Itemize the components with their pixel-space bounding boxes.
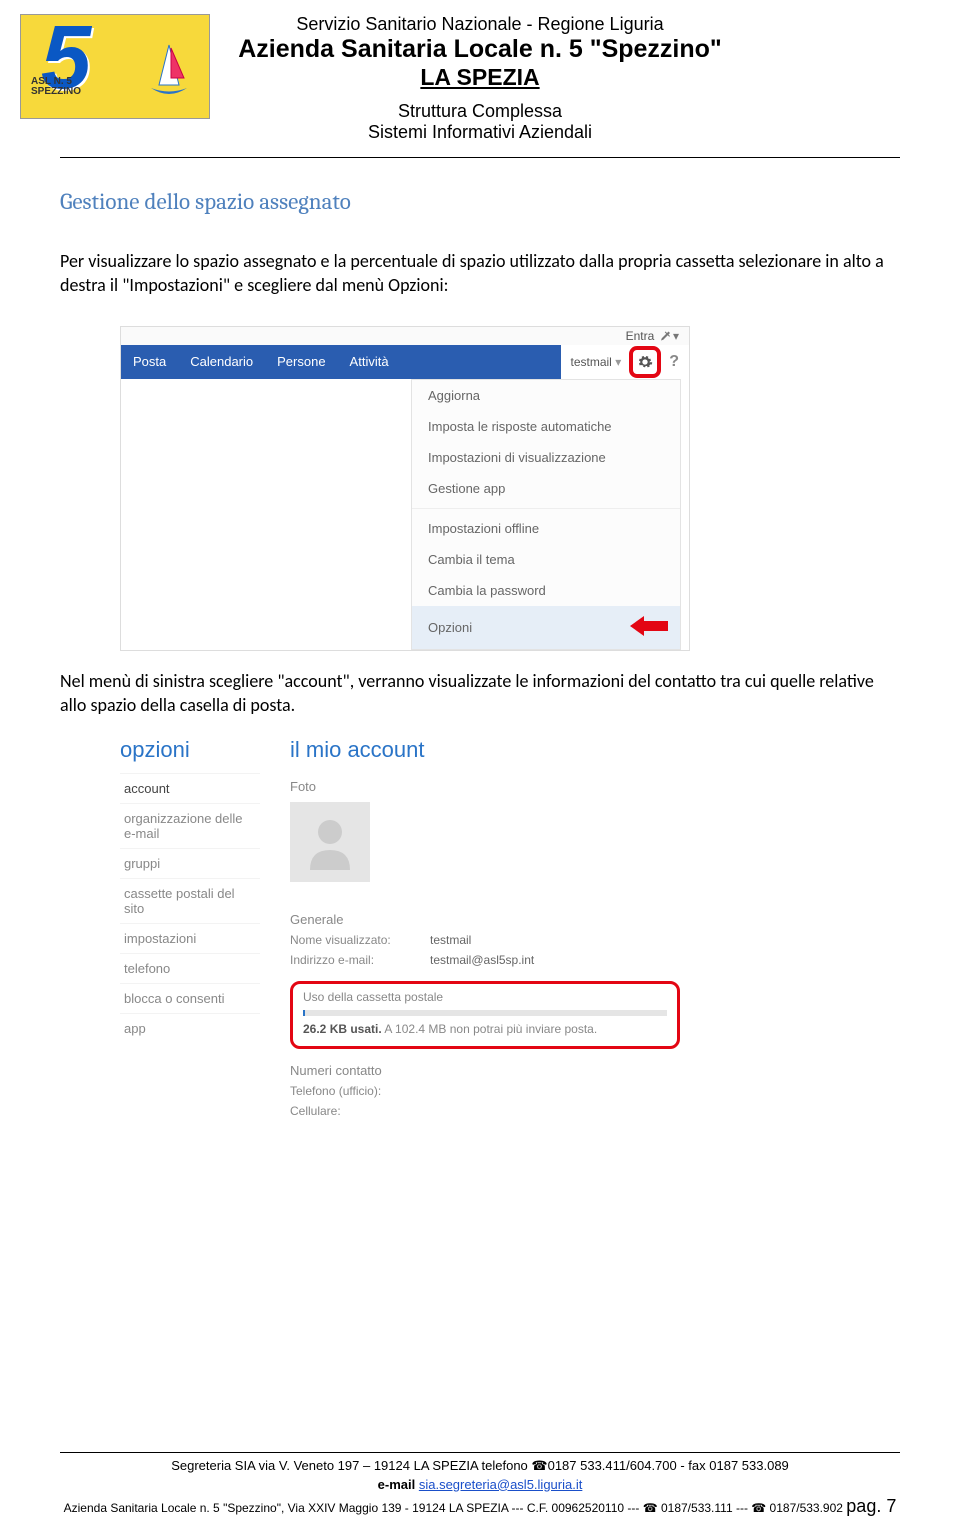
footer-line3: Azienda Sanitaria Locale n. 5 "Spezzino"… — [60, 1494, 900, 1519]
sidebar-item-gruppi[interactable]: gruppi — [120, 848, 260, 878]
gear-icon — [637, 354, 653, 370]
user-menu[interactable]: testmail ▾ — [571, 355, 622, 369]
row-nome-visualizzato: Nome visualizzato: testmail — [290, 933, 680, 947]
menu-visualizzazione[interactable]: Impostazioni di visualizzazione — [412, 442, 680, 473]
indirizzo-key: Indirizzo e-mail: — [290, 953, 410, 967]
sidebar-item-account[interactable]: account — [120, 773, 260, 803]
entra-label: Entra — [626, 329, 655, 343]
person-icon — [300, 812, 360, 872]
user-label: testmail — [571, 355, 612, 369]
sail-icon — [139, 40, 199, 100]
logo-text-2: SPEZZINO — [31, 86, 81, 97]
avatar-placeholder — [290, 802, 370, 882]
nav-calendario[interactable]: Calendario — [178, 354, 265, 369]
nav-attivita[interactable]: Attività — [338, 354, 401, 369]
navbar: Posta Calendario Persone Attività testma… — [121, 345, 689, 379]
sidebar-item-app[interactable]: app — [120, 1013, 260, 1043]
usage-bar — [303, 1010, 667, 1016]
generale-label: Generale — [290, 912, 680, 927]
header-line5: Sistemi Informativi Aziendali — [60, 122, 900, 143]
paragraph-1: Per visualizzare lo spazio assegnato e l… — [60, 249, 890, 298]
menu-opzioni-highlighted[interactable]: Opzioni — [412, 606, 680, 649]
options-sidebar: opzioni account organizzazione delle e-m… — [120, 737, 260, 1118]
topbar: Entra ▾ — [121, 327, 689, 345]
uso-bold: 26.2 KB usati. — [303, 1022, 382, 1036]
wrench-icon — [658, 329, 673, 343]
menu-risposte-automatiche[interactable]: Imposta le risposte automatiche — [412, 411, 680, 442]
menu-offline[interactable]: Impostazioni offline — [412, 513, 680, 544]
uso-rest: A 102.4 MB non potrai più inviare posta. — [382, 1022, 597, 1036]
chevron-down-icon: ▾ — [673, 329, 679, 343]
sidebar-item-cassette[interactable]: cassette postali del sito — [120, 878, 260, 923]
section-title: Gestione dello spazio assegnato — [60, 188, 900, 215]
sidebar-item-blocca[interactable]: blocca o consenti — [120, 983, 260, 1013]
logo-label: ASL N. 5 SPEZZINO — [31, 77, 81, 97]
page-number: 7 — [886, 1496, 896, 1516]
nome-visualizzato-value: testmail — [430, 933, 471, 947]
row-telefono-ufficio: Telefono (ufficio): — [290, 1084, 680, 1098]
chevron-down-icon: ▾ — [615, 355, 621, 369]
menu-aggiorna[interactable]: Aggiorna — [412, 380, 680, 411]
screenshot-dropdown: Entra ▾ Posta Calendario Persone Attivit… — [120, 326, 690, 651]
row-indirizzo-email: Indirizzo e-mail: testmail@asl5sp.int — [290, 953, 680, 967]
footer-text: Segreteria SIA via V. Veneto 197 – 19124… — [60, 1457, 900, 1519]
email-link[interactable]: sia.segreteria@asl5.liguria.it — [419, 1477, 583, 1492]
foto-label: Foto — [290, 779, 680, 794]
account-main: il mio account Foto Generale Nome visual… — [290, 737, 680, 1118]
menu-tema[interactable]: Cambia il tema — [412, 544, 680, 575]
footer-rule — [60, 1452, 900, 1453]
usage-bar-fill — [303, 1010, 305, 1016]
paragraph-2: Nel menù di sinistra scegliere "account"… — [60, 669, 890, 718]
logo: 5 ASL N. 5 SPEZZINO — [20, 14, 210, 119]
arrow-left-icon — [630, 614, 670, 641]
nav-posta[interactable]: Posta — [121, 354, 178, 369]
uso-label: Uso della cassetta postale — [303, 990, 667, 1004]
page-label: pag. — [846, 1496, 886, 1516]
cellulare-key: Cellulare: — [290, 1104, 410, 1118]
numeri-contatto-label: Numeri contatto — [290, 1063, 680, 1078]
indirizzo-value: testmail@asl5sp.int — [430, 953, 534, 967]
sidebar-title: opzioni — [120, 737, 260, 763]
navbar-right: testmail ▾ ? — [561, 345, 690, 379]
footer-line1: Segreteria SIA via V. Veneto 197 – 19124… — [60, 1457, 900, 1475]
footer-line2: e-mail sia.segreteria@asl5.liguria.it — [60, 1476, 900, 1494]
menu-separator — [412, 508, 680, 509]
menu-gestione-app[interactable]: Gestione app — [412, 473, 680, 504]
nome-visualizzato-key: Nome visualizzato: — [290, 933, 410, 947]
sidebar-item-organizzazione[interactable]: organizzazione delle e-mail — [120, 803, 260, 848]
menu-opzioni-label: Opzioni — [428, 620, 472, 635]
document-body: Gestione dello spazio assegnato Per visu… — [0, 158, 960, 1118]
footer-line3-text: Azienda Sanitaria Locale n. 5 "Spezzino"… — [64, 1501, 847, 1515]
settings-button-highlighted[interactable] — [629, 346, 661, 378]
sidebar-item-telefono[interactable]: telefono — [120, 953, 260, 983]
email-label: e-mail — [378, 1477, 416, 1492]
mailbox-usage-highlighted: Uso della cassetta postale 26.2 KB usati… — [290, 981, 680, 1049]
screenshot-account: opzioni account organizzazione delle e-m… — [120, 737, 680, 1118]
nav-persone[interactable]: Persone — [265, 354, 337, 369]
letterhead: 5 ASL N. 5 SPEZZINO Servizio Sanitario N… — [0, 0, 960, 143]
sidebar-item-impostazioni[interactable]: impostazioni — [120, 923, 260, 953]
row-cellulare: Cellulare: — [290, 1104, 680, 1118]
footer: Segreteria SIA via V. Veneto 197 – 19124… — [60, 1452, 900, 1519]
menu-password[interactable]: Cambia la password — [412, 575, 680, 606]
uso-line: 26.2 KB usati. A 102.4 MB non potrai più… — [303, 1022, 667, 1036]
help-icon[interactable]: ? — [669, 353, 679, 371]
telefono-ufficio-key: Telefono (ufficio): — [290, 1084, 410, 1098]
settings-dropdown: Aggiorna Imposta le risposte automatiche… — [411, 379, 681, 650]
account-title: il mio account — [290, 737, 680, 763]
